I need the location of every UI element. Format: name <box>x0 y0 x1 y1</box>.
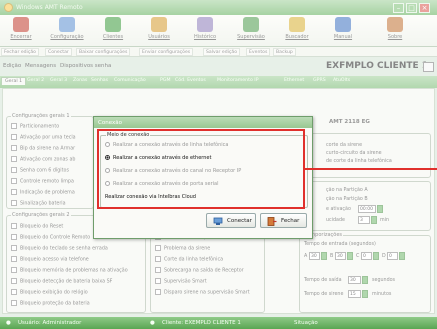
user-icon: ● <box>6 320 11 326</box>
highlight-pointer-line <box>305 168 437 170</box>
status-client: Cliente: EXEMPLO CLIENTE 1 <box>162 320 241 326</box>
status-situation: Situação <box>294 320 318 326</box>
connect-button[interactable]: Conectar <box>206 213 256 228</box>
status-bar: ● Usuário: Administrador ● Cliente: EXEM… <box>0 317 437 329</box>
close-button[interactable]: Fechar <box>260 213 307 228</box>
highlight-frame <box>97 129 305 209</box>
status-user: Usuário: Administrador <box>18 320 82 326</box>
door-exit-icon <box>267 217 277 226</box>
dialog-title: Conexão <box>94 117 312 128</box>
client-icon: ● <box>150 320 155 326</box>
network-icon <box>213 217 223 225</box>
